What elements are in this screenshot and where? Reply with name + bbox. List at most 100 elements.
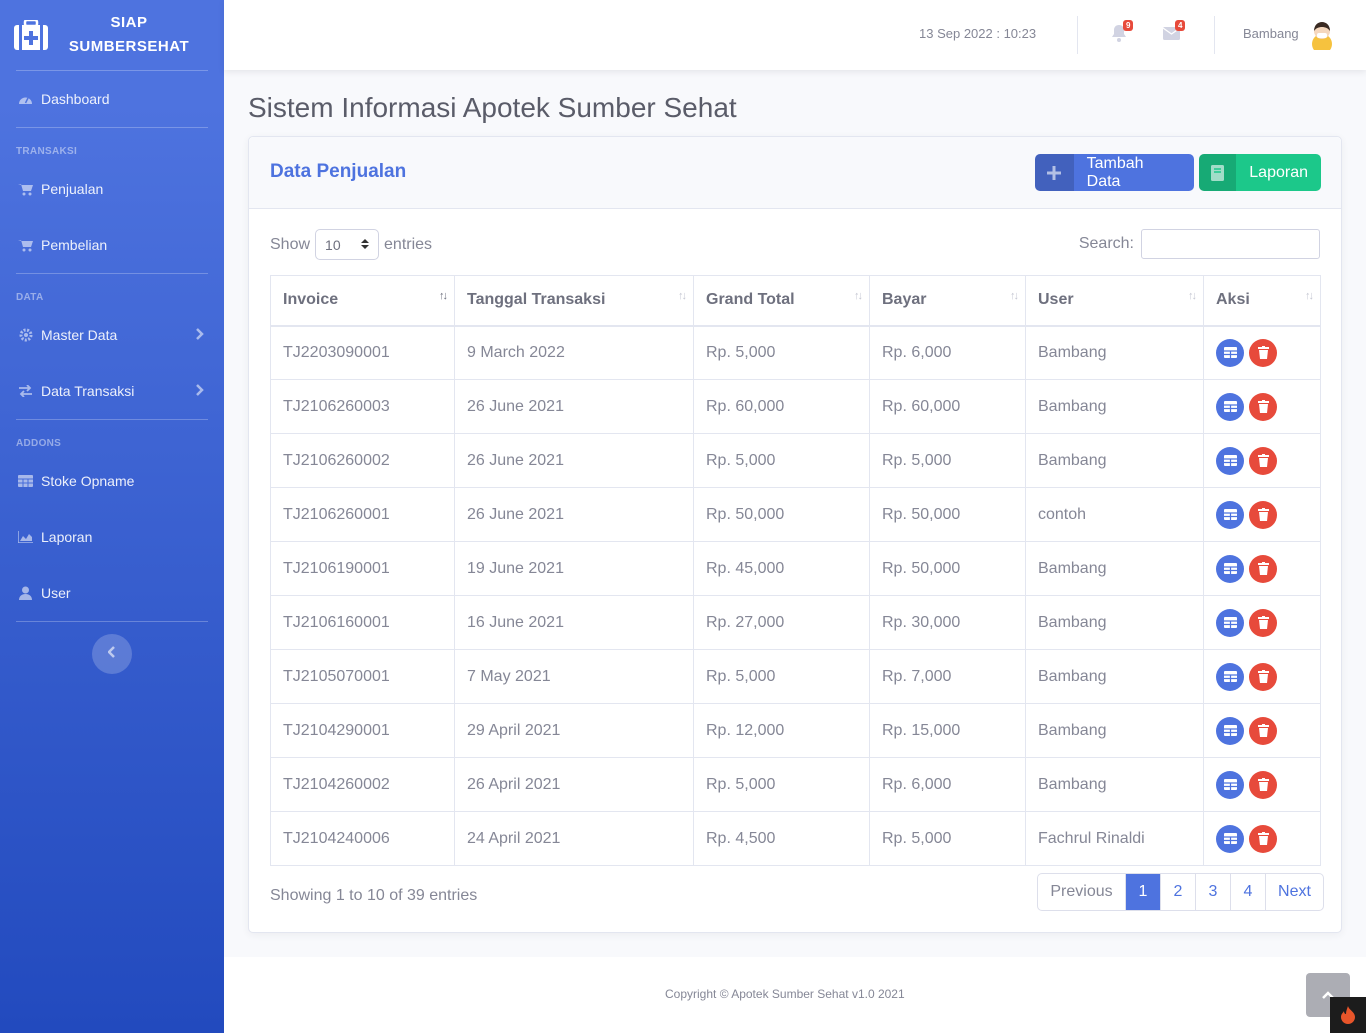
sidebar-item-laporan[interactable]: Laporan	[0, 509, 224, 565]
trash-icon	[1257, 346, 1269, 360]
delete-button[interactable]	[1249, 392, 1277, 421]
sidebar-item-master-data[interactable]: Master Data	[0, 307, 224, 363]
cell-bayar: Rp. 15,000	[869, 703, 1026, 758]
column-header-aksi[interactable]: Aksi ↑↓	[1203, 275, 1321, 327]
cell-aksi	[1203, 595, 1321, 650]
sidebar-item-stoke-opname[interactable]: Stoke Opname	[0, 453, 224, 509]
sidebar-heading-data: DATA	[16, 292, 44, 303]
sidebar-item-penjualan[interactable]: Penjualan	[0, 161, 224, 217]
delete-button[interactable]	[1249, 608, 1277, 637]
detail-button[interactable]	[1216, 824, 1244, 853]
delete-button[interactable]	[1249, 770, 1277, 799]
cell-tanggal: 26 June 2021	[454, 433, 694, 488]
cell-invoice: TJ2106260002	[270, 433, 455, 488]
cell-tanggal: 24 April 2021	[454, 811, 694, 866]
datetime-display: 13 Sep 2022 : 10:23	[919, 26, 1037, 41]
delete-button[interactable]	[1249, 662, 1277, 691]
column-header-bayar[interactable]: Bayar ↑↓	[869, 275, 1026, 327]
sidebar-item-label: Stoke Opname	[41, 473, 135, 489]
delete-button[interactable]	[1249, 716, 1277, 745]
cell-grand-total: Rp. 45,000	[693, 541, 870, 596]
delete-button[interactable]	[1249, 554, 1277, 583]
report-label: Laporan	[1249, 163, 1308, 181]
detail-button[interactable]	[1216, 716, 1244, 745]
delete-button[interactable]	[1249, 500, 1277, 529]
detail-button[interactable]	[1216, 392, 1244, 421]
show-label: Show	[270, 235, 311, 253]
detail-button[interactable]	[1216, 608, 1244, 637]
cell-grand-total: Rp. 12,000	[693, 703, 870, 758]
user-icon	[18, 586, 33, 601]
column-header-tanggal[interactable]: Tanggal Transaksi ↑↓	[454, 275, 694, 327]
pagination-page-1[interactable]: 1	[1125, 874, 1160, 910]
table-row: TJ2104260002 26 April 2021 Rp. 5,000 Rp. 6,…	[270, 757, 1321, 812]
alerts-button[interactable]: 9	[1111, 20, 1134, 44]
cell-bayar: Rp. 5,000	[869, 811, 1026, 866]
cell-tanggal: 16 June 2021	[454, 595, 694, 650]
trash-icon	[1257, 454, 1269, 467]
column-header-label: User	[1038, 291, 1074, 309]
delete-button[interactable]	[1249, 824, 1277, 853]
detail-button[interactable]	[1216, 500, 1244, 529]
cell-bayar: Rp. 6,000	[869, 325, 1026, 380]
sort-icon: ↑↓	[854, 290, 863, 302]
tachometer-icon	[18, 92, 33, 107]
sidebar-item-dashboard[interactable]: Dashboard	[0, 71, 224, 127]
cell-invoice: TJ2105070001	[270, 649, 455, 704]
detail-button[interactable]	[1216, 770, 1244, 799]
messages-button[interactable]: 4	[1162, 20, 1186, 44]
data-card: Data Penjualan Tambah Data Laporan Show …	[248, 136, 1342, 933]
cell-tanggal: 26 April 2021	[454, 757, 694, 812]
brand[interactable]: SIAP SUMBERSEHAT	[0, 0, 224, 70]
add-data-button[interactable]: Tambah Data	[1035, 154, 1194, 191]
column-header-grand-total[interactable]: Grand Total ↑↓	[693, 275, 870, 327]
delete-button[interactable]	[1249, 446, 1277, 475]
entries-select[interactable]: 10	[315, 229, 380, 260]
sort-icon: ↑↓	[678, 290, 687, 302]
column-header-invoice[interactable]: Invoice ↑↓	[270, 275, 455, 327]
sidebar-toggle-button[interactable]	[92, 634, 132, 674]
report-button[interactable]: Laporan	[1199, 154, 1321, 191]
entries-length-control: Show 10 entries	[270, 229, 432, 260]
cell-grand-total: Rp. 5,000	[693, 649, 870, 704]
detail-button[interactable]	[1216, 554, 1244, 583]
topbar-divider	[1214, 16, 1215, 54]
cell-user: Bambang	[1025, 433, 1204, 488]
pagination-page-3[interactable]: 3	[1195, 874, 1230, 910]
pagination-previous[interactable]: Previous	[1038, 874, 1125, 910]
search-input[interactable]	[1141, 229, 1320, 259]
pagination-page-4[interactable]: 4	[1230, 874, 1265, 910]
cell-grand-total: Rp. 60,000	[693, 379, 870, 434]
sidebar-item-label: Laporan	[41, 529, 93, 545]
detail-button[interactable]	[1216, 662, 1244, 691]
sidebar-item-label: Penjualan	[41, 181, 104, 197]
user-name[interactable]: Bambang	[1243, 26, 1299, 41]
delete-button[interactable]	[1249, 338, 1277, 367]
table-row: TJ2106190001 19 June 2021 Rp. 45,000 Rp. 50…	[270, 541, 1321, 596]
chevron-right-icon	[196, 383, 204, 399]
cell-tanggal: 26 June 2021	[454, 379, 694, 434]
pagination-page-2[interactable]: 2	[1160, 874, 1195, 910]
sidebar-item-data-transaksi[interactable]: Data Transaksi	[0, 363, 224, 419]
sidebar-divider	[16, 621, 208, 622]
pagination-next[interactable]: Next	[1265, 874, 1323, 910]
sidebar-item-pembelian[interactable]: Pembelian	[0, 217, 224, 273]
table-row: TJ2106160001 16 June 2021 Rp. 27,000 Rp. 30…	[270, 595, 1321, 650]
page-title: Sistem Informasi Apotek Sumber Sehat	[248, 92, 737, 123]
trash-icon	[1257, 670, 1269, 683]
fire-icon	[1330, 997, 1366, 1033]
messages-badge: 4	[1175, 20, 1186, 31]
cell-bayar: Rp. 50,000	[869, 541, 1026, 596]
footer: Copyright © Apotek Sumber Sehat v1.0 202…	[224, 957, 1366, 1033]
detail-button[interactable]	[1216, 338, 1244, 367]
cell-aksi	[1203, 487, 1321, 542]
cell-tanggal: 19 June 2021	[454, 541, 694, 596]
avatar[interactable]	[1306, 18, 1338, 54]
trash-icon	[1257, 616, 1269, 629]
detail-button[interactable]	[1216, 446, 1244, 475]
column-header-user[interactable]: User ↑↓	[1025, 275, 1204, 327]
cell-aksi	[1203, 433, 1321, 488]
cell-grand-total: Rp. 50,000	[693, 487, 870, 542]
sidebar-item-user[interactable]: User	[0, 565, 224, 621]
table-row: TJ2105070001 7 May 2021 Rp. 5,000 Rp. 7,000…	[270, 649, 1321, 704]
